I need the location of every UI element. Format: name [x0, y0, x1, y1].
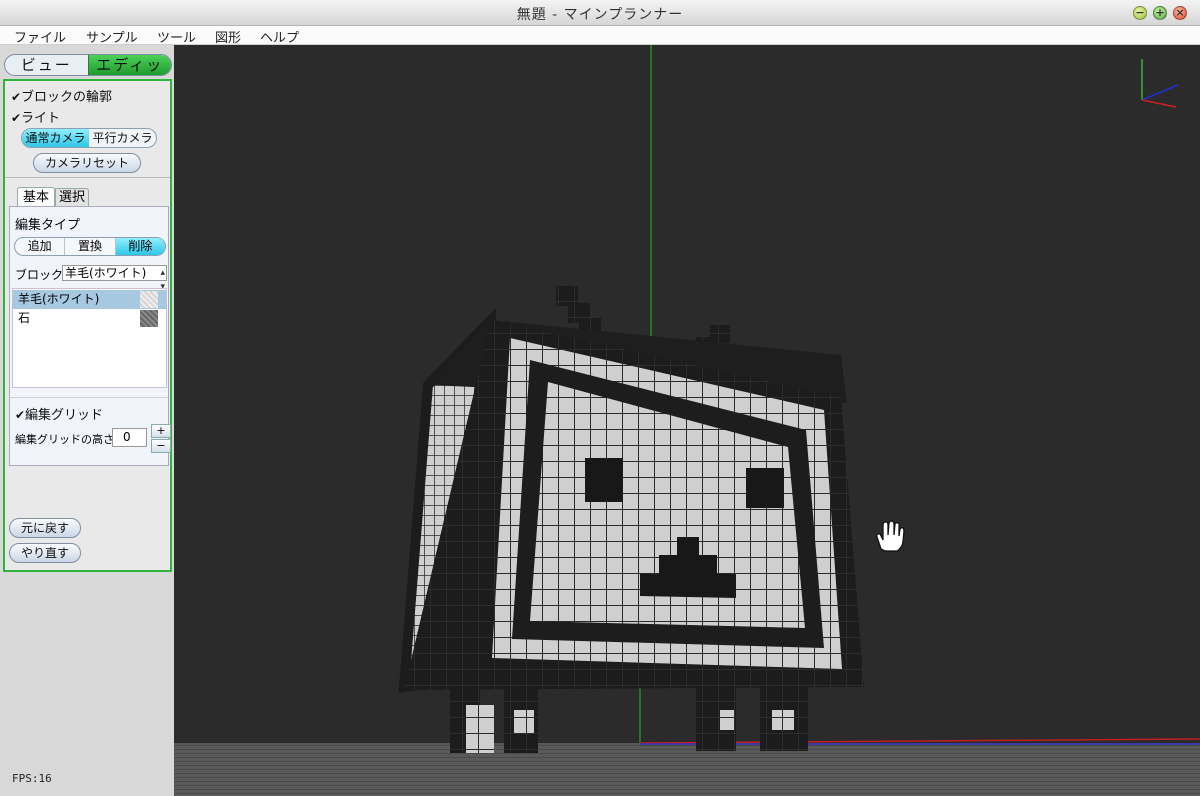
- hand-cursor-icon: [876, 520, 905, 552]
- delete-button[interactable]: 削除: [114, 238, 165, 255]
- edit-grid-label: 編集グリッド: [25, 408, 104, 423]
- stone-texture-icon: [140, 310, 158, 327]
- list-item[interactable]: 石: [13, 309, 166, 328]
- close-button[interactable]: ×: [1173, 6, 1187, 20]
- menu-bar: ファイル サンプル ツール 図形 ヘルプ: [0, 26, 1200, 46]
- edit-type-label: 編集タイプ: [15, 218, 81, 233]
- parallel-camera-button[interactable]: 平行カメラ: [89, 129, 156, 147]
- grid-height-increment[interactable]: +: [151, 424, 171, 438]
- block-outline-checkbox[interactable]: ✔ブロックの輪郭: [11, 86, 112, 105]
- axis-gizmo-icon: [1141, 59, 1179, 108]
- divider: [10, 397, 168, 398]
- replace-button[interactable]: 置換: [64, 238, 114, 255]
- light-label: ライト: [21, 111, 61, 126]
- grid-height-input[interactable]: 0: [112, 428, 147, 447]
- checkmark-icon: ✔: [15, 408, 26, 422]
- window-title: 無題 - マインプランナー: [516, 7, 684, 23]
- leg-block: [466, 705, 494, 753]
- block-select-value: 羊毛(ホワイト): [65, 266, 147, 280]
- edit-panel: ✔ブロックの輪郭 ✔ライト 通常カメラ 平行カメラ カメラリセット 基本 選択 …: [3, 79, 172, 572]
- list-item-label: 羊毛(ホワイト): [18, 292, 100, 306]
- floor-plane: [174, 743, 1200, 796]
- menu-help[interactable]: ヘルプ: [260, 27, 299, 46]
- list-item[interactable]: 羊毛(ホワイト): [13, 290, 166, 309]
- block-outline-label: ブロックの輪郭: [21, 90, 113, 105]
- block-list[interactable]: 羊毛(ホワイト) 石: [12, 288, 167, 388]
- menu-tools[interactable]: ツール: [157, 27, 196, 46]
- light-checkbox[interactable]: ✔ライト: [11, 107, 60, 126]
- edit-grid-checkbox[interactable]: ✔編集グリッド: [15, 404, 103, 423]
- app-window: 無題 - マインプランナー − + × ファイル サンプル ツール 図形 ヘルプ…: [0, 0, 1200, 796]
- edit-mode-button[interactable]: エディット: [87, 55, 171, 75]
- view-mode-button[interactable]: ビュー: [5, 55, 88, 75]
- menu-shapes[interactable]: 図形: [215, 27, 241, 46]
- tab-basic[interactable]: 基本: [17, 187, 55, 207]
- block-label: ブロック: [15, 268, 64, 282]
- left-eye: [585, 458, 623, 502]
- maximize-button[interactable]: +: [1153, 6, 1167, 20]
- title-bar: 無題 - マインプランナー − + ×: [0, 0, 1200, 26]
- add-button[interactable]: 追加: [15, 238, 64, 255]
- wool-texture-icon: [140, 291, 158, 308]
- camera-reset-button[interactable]: カメラリセット: [33, 153, 141, 173]
- menu-file[interactable]: ファイル: [14, 27, 66, 46]
- fps-counter: FPS:16: [12, 772, 52, 785]
- menu-sample[interactable]: サンプル: [86, 27, 138, 46]
- right-eye: [746, 468, 784, 508]
- leg-block: [772, 710, 794, 730]
- block-select[interactable]: 羊毛(ホワイト) ▴ ▾: [62, 265, 167, 292]
- undo-button[interactable]: 元に戻す: [9, 518, 81, 538]
- divider: [5, 177, 170, 178]
- leg-block: [720, 710, 734, 730]
- voxel-scene: [174, 45, 1200, 796]
- basic-tab-content: 編集タイプ 追加 置換 削除 ブロック 羊毛(ホワイト) ▴ ▾ 羊毛(ホワイト): [9, 206, 171, 466]
- checkmark-icon: ✔: [11, 90, 22, 104]
- grid-height-label: 編集グリッドの高さ: [15, 433, 114, 446]
- minimize-button[interactable]: −: [1133, 6, 1147, 20]
- normal-camera-button[interactable]: 通常カメラ: [22, 129, 89, 147]
- 3d-viewport[interactable]: [174, 45, 1200, 796]
- mode-toggle: ビュー エディット: [4, 54, 172, 76]
- tab-select[interactable]: 選択: [55, 188, 89, 207]
- list-item-label: 石: [18, 311, 31, 325]
- redo-button[interactable]: やり直す: [9, 543, 81, 563]
- camera-mode-toggle: 通常カメラ 平行カメラ: [21, 128, 157, 148]
- leg-block: [514, 710, 534, 733]
- side-panel: ビュー エディット ✔ブロックの輪郭 ✔ライト 通常カメラ 平行カメラ カメラリ…: [0, 45, 174, 796]
- edit-type-toggle: 追加 置換 削除: [14, 237, 166, 256]
- grid-height-decrement[interactable]: −: [151, 439, 171, 453]
- checkmark-icon: ✔: [11, 111, 22, 125]
